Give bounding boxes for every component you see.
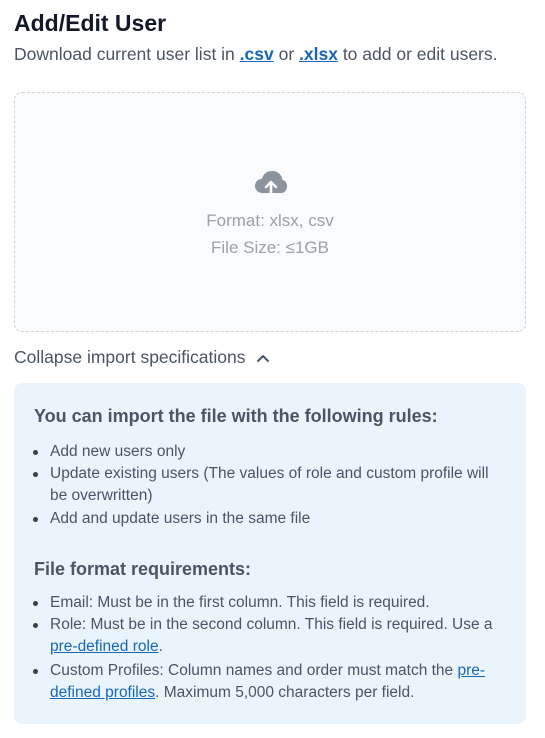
rules-heading: You can import the file with the followi… <box>34 406 438 426</box>
role-requirement-end: . <box>158 638 163 655</box>
upload-size-text: File Size: ≤1GB <box>211 238 329 257</box>
cloud-upload-icon <box>255 171 287 198</box>
page-title: Add/Edit User <box>14 10 167 36</box>
rule-item: Add and update users in the same file <box>32 508 502 530</box>
download-csv-link[interactable]: .csv <box>240 44 274 64</box>
rule-item: Add new users only <box>32 441 502 463</box>
file-upload-dropzone[interactable]: Format: xlsx, csv File Size: ≤1GB <box>14 92 526 332</box>
subtitle-prefix: Download current user list in <box>14 44 240 64</box>
chevron-up-icon <box>256 354 269 362</box>
upload-format-text: Format: xlsx, csv <box>206 211 334 230</box>
profiles-requirement-end: . Maximum 5,000 characters per field. <box>155 684 415 701</box>
subtitle-or: or <box>273 44 300 64</box>
format-requirements-heading: File format requirements: <box>34 559 252 579</box>
pre-defined-role-link[interactable]: pre-defined role <box>50 638 159 655</box>
email-requirement: Email: Must be in the first column. This… <box>32 592 502 614</box>
import-specifications-panel: You can import the file with the followi… <box>14 383 526 724</box>
collapse-specifications-toggle[interactable]: Collapse import specifications <box>14 347 270 368</box>
rule-item: Update existing users (The values of rol… <box>32 463 502 507</box>
role-requirement-text: Role: Must be in the second column. This… <box>50 616 493 633</box>
download-xlsx-link[interactable]: .xlsx <box>299 44 338 64</box>
profiles-requirement-text: Custom Profiles: Column names and order … <box>50 662 458 679</box>
collapse-label: Collapse import specifications <box>14 347 246 367</box>
subtitle-suffix: to add or edit users. <box>337 44 498 64</box>
custom-profiles-requirement: Custom Profiles: Column names and order … <box>32 660 502 704</box>
page-subtitle: Download current user list in .csv or .x… <box>14 44 498 65</box>
role-requirement: Role: Must be in the second column. This… <box>32 614 502 658</box>
